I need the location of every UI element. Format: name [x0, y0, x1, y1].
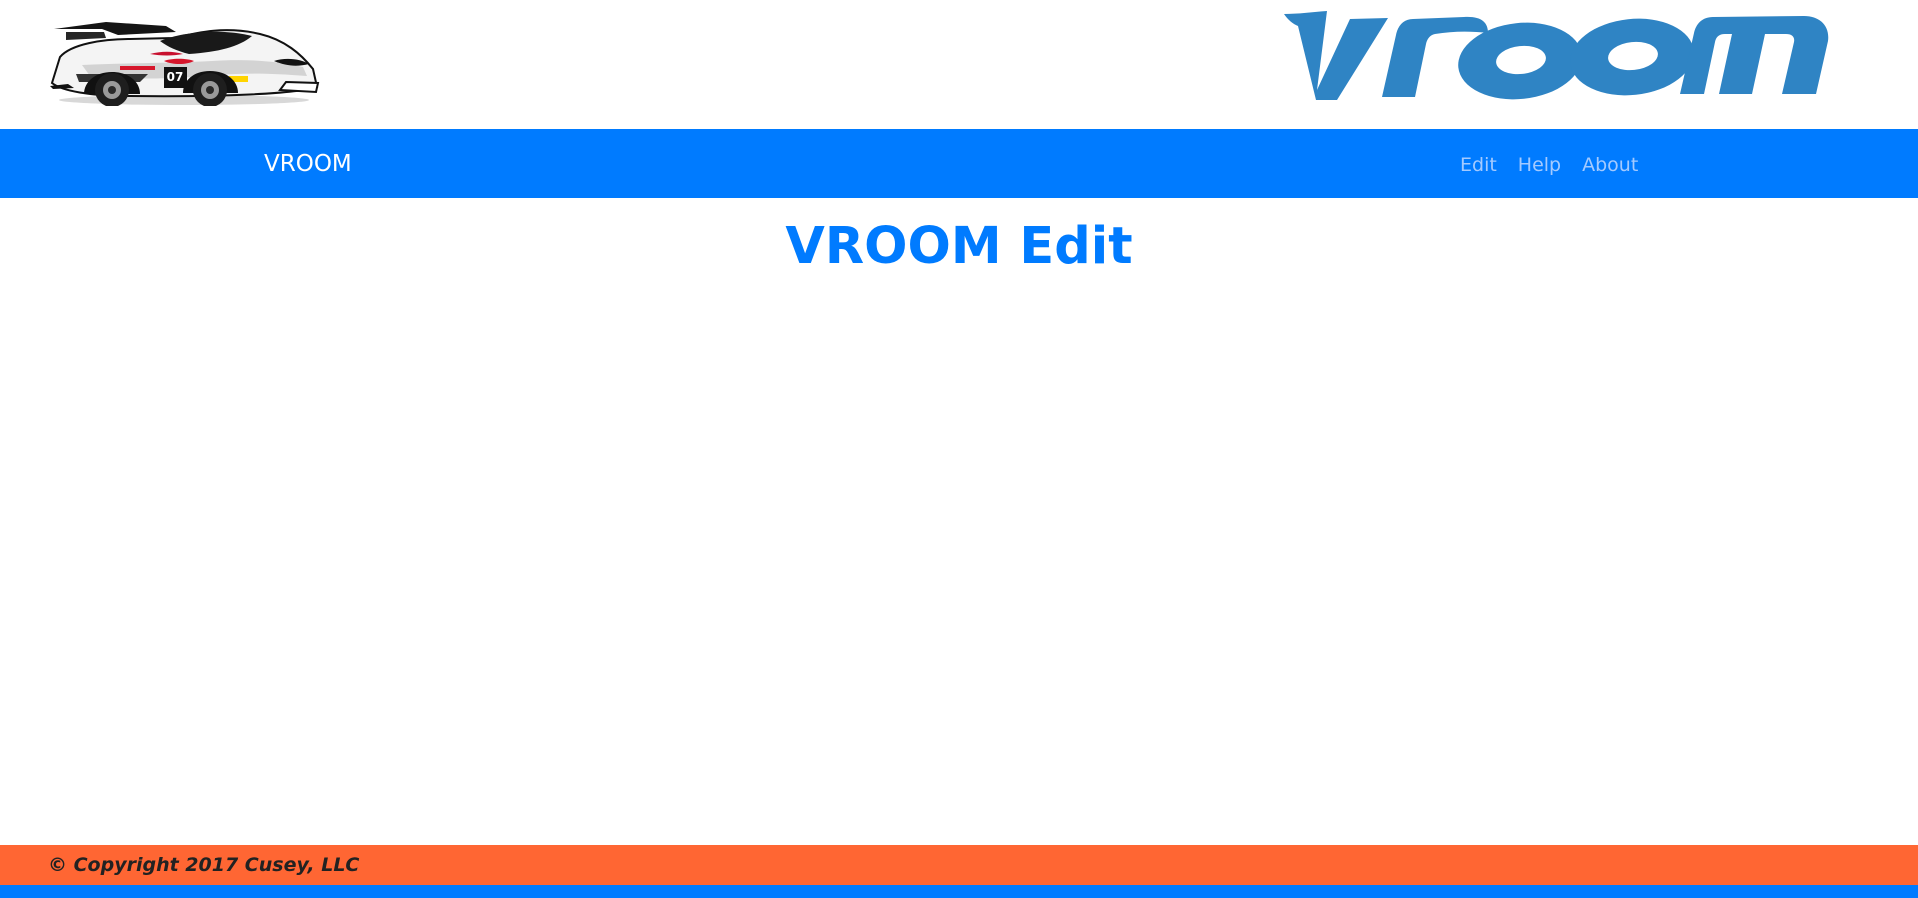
nav-link-about[interactable]: About — [1582, 153, 1638, 177]
page-title: VROOM Edit — [785, 217, 1133, 276]
main-content: VROOM Edit — [0, 198, 1918, 845]
nav-link-edit[interactable]: Edit — [1460, 153, 1497, 177]
bottom-accent-strip — [0, 885, 1918, 898]
navbar-links: Edit Help About — [1460, 151, 1638, 179]
race-car-logo: 07 — [50, 22, 320, 106]
nav-link-help[interactable]: Help — [1518, 153, 1561, 177]
navbar-brand-link[interactable]: VROOM — [264, 150, 352, 178]
site-footer: © Copyright 2017 Cusey, LLC — [0, 845, 1918, 885]
vroom-logo — [1284, 11, 1829, 100]
svg-text:07: 07 — [167, 70, 184, 84]
top-navbar: VROOM Edit Help About — [0, 129, 1918, 198]
site-header: 07 — [0, 0, 1918, 129]
vroom-edit-page: 07 VROOM Edit Help About VROOM Edit © Co… — [0, 0, 1918, 898]
copyright-text: © Copyright 2017 Cusey, LLC — [48, 854, 360, 876]
